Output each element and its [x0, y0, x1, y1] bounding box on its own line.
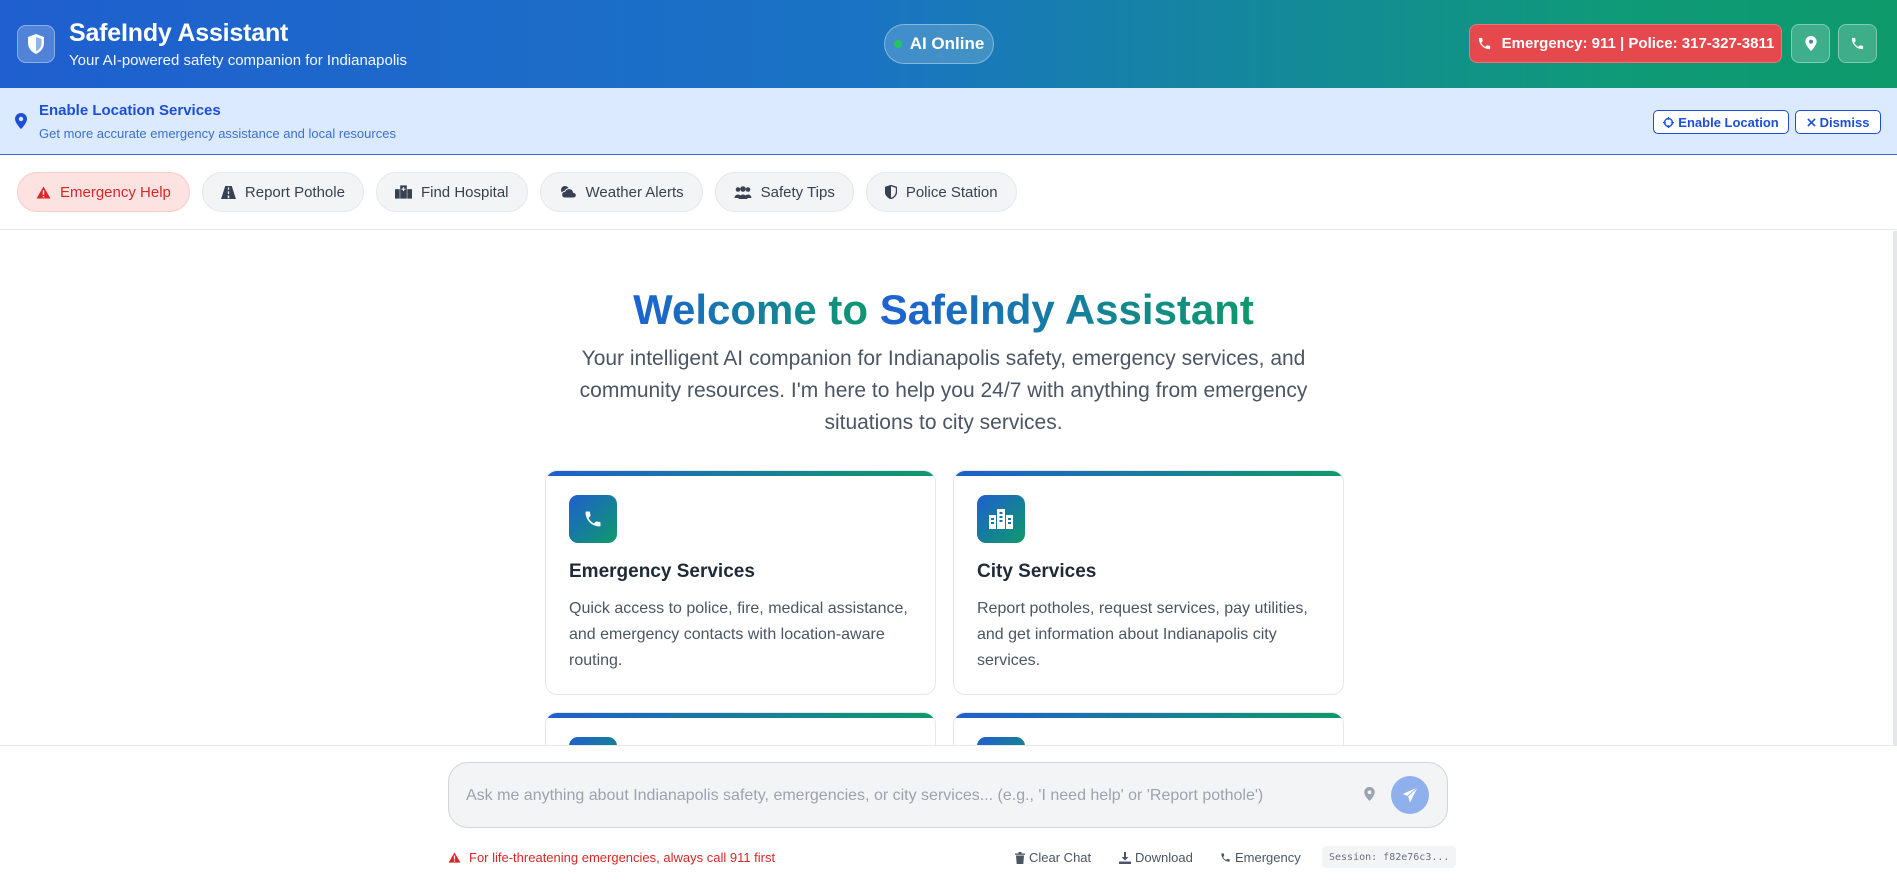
- quick-action-label: Find Hospital: [420, 183, 509, 201]
- city-icon: [989, 509, 1013, 529]
- map-pin-icon: [1364, 787, 1375, 801]
- quick-action-police-station[interactable]: Police Station: [865, 172, 1017, 212]
- warning-icon: [448, 852, 461, 863]
- road-icon: [220, 185, 236, 199]
- clear-chat-label: Clear Chat: [1029, 850, 1092, 865]
- emergency-call-label: Emergency: 911 | Police: 317-327-3811: [1501, 35, 1775, 52]
- chat-input-container: [448, 762, 1448, 828]
- crosshair-icon: [1663, 116, 1675, 128]
- ai-status-label: AI Online: [909, 34, 985, 53]
- quick-action-label: Safety Tips: [760, 183, 835, 201]
- welcome-title-prefix: Welcome to: [633, 286, 880, 333]
- emergency-call-button[interactable]: Emergency: 911 | Police: 317-327-3811: [1469, 24, 1782, 63]
- feature-card-partial[interactable]: [953, 712, 1344, 745]
- map-pin-icon: [1804, 36, 1817, 51]
- card-description: Quick access to police, fire, medical as…: [569, 600, 908, 669]
- card-accent-bar: [954, 713, 1343, 718]
- quick-action-label: Emergency Help: [60, 183, 171, 201]
- welcome-title: Welcome to SafeIndy Assistant: [0, 286, 1887, 334]
- card-title: Emergency Services: [569, 561, 755, 582]
- feature-card-city-services[interactable]: City Services Report potholes, request s…: [953, 470, 1344, 695]
- download-label: Download: [1135, 850, 1193, 865]
- location-toggle[interactable]: [1364, 787, 1375, 806]
- emergency-link-label: Emergency: [1235, 850, 1301, 865]
- scrollbar[interactable]: [1893, 231, 1897, 745]
- emergency-disclaimer-text: For life-threatening emergencies, always…: [469, 850, 776, 865]
- warning-icon: [36, 185, 51, 199]
- quick-actions-bar: Emergency Help Report Pothole Find Hospi…: [0, 155, 1897, 230]
- card-icon-box: [977, 495, 1025, 543]
- phone-icon: [1221, 853, 1230, 862]
- close-icon: [1806, 117, 1816, 127]
- location-banner-title: Enable Location Services: [39, 101, 221, 119]
- card-title: City Services: [977, 561, 1097, 582]
- session-badge: Session: f82e76c3...: [1322, 846, 1457, 868]
- feature-card-emergency-services[interactable]: Emergency Services Quick access to polic…: [545, 470, 936, 695]
- chat-input[interactable]: [466, 785, 1346, 807]
- emergency-link-button[interactable]: Emergency: [1220, 850, 1301, 865]
- location-banner: Enable Location Services Get more accura…: [0, 88, 1897, 155]
- card-accent-bar: [954, 471, 1343, 476]
- location-button[interactable]: [1791, 24, 1830, 63]
- brand: SafeIndy Assistant Your AI-powered safet…: [69, 19, 407, 69]
- card-accent-bar: [546, 471, 935, 476]
- app-title: SafeIndy Assistant: [69, 19, 289, 47]
- download-button[interactable]: Download: [1119, 850, 1193, 865]
- quick-action-weather-alerts[interactable]: Weather Alerts: [539, 172, 703, 212]
- quick-action-emergency-help[interactable]: Emergency Help: [17, 172, 190, 212]
- download-icon: [1119, 851, 1131, 864]
- location-banner-subtitle: Get more accurate emergency assistance a…: [39, 125, 396, 141]
- send-icon: [1402, 787, 1418, 803]
- ai-status-badge: AI Online: [884, 24, 994, 64]
- chat-footer: For life-threatening emergencies, always…: [0, 745, 1897, 881]
- card-icon-box: [569, 737, 617, 745]
- card-icon-box: [977, 737, 1025, 745]
- enable-location-label: Enable Location: [1678, 114, 1779, 130]
- card-accent-bar: [546, 713, 935, 718]
- trash-icon: [1015, 851, 1025, 864]
- shield-icon: [28, 34, 44, 54]
- status-dot-icon: [893, 40, 902, 48]
- enable-location-button[interactable]: Enable Location: [1653, 110, 1789, 134]
- quick-action-label: Police Station: [905, 183, 998, 201]
- card-description: Report potholes, request services, pay u…: [977, 600, 1308, 669]
- phone-icon: [585, 511, 601, 527]
- feature-card-partial[interactable]: [545, 712, 936, 745]
- cloud-sun-icon: [560, 186, 577, 199]
- clear-chat-button[interactable]: Clear Chat: [1015, 850, 1091, 865]
- quick-action-report-pothole[interactable]: Report Pothole: [201, 172, 364, 212]
- emergency-disclaimer: For life-threatening emergencies, always…: [448, 850, 775, 865]
- logo: [17, 25, 55, 63]
- phone-icon: [1478, 37, 1490, 50]
- quick-action-label: Weather Alerts: [585, 183, 684, 201]
- users-icon: [734, 185, 752, 199]
- app-subtitle: Your AI-powered safety companion for Ind…: [69, 52, 407, 69]
- welcome-description: Your intelligent AI companion for Indian…: [579, 347, 1308, 434]
- hospital-icon: [394, 185, 412, 199]
- chat-area[interactable]: Welcome to SafeIndy Assistant Your intel…: [0, 231, 1897, 745]
- quick-action-label: Report Pothole: [244, 183, 345, 201]
- shield-half-icon: [884, 185, 897, 199]
- dismiss-button[interactable]: Dismiss: [1795, 110, 1881, 134]
- call-button[interactable]: [1838, 24, 1877, 63]
- phone-icon: [1851, 37, 1864, 50]
- dismiss-label: Dismiss: [1819, 114, 1870, 130]
- quick-action-find-hospital[interactable]: Find Hospital: [375, 172, 528, 212]
- app-header: SafeIndy Assistant Your AI-powered safet…: [0, 0, 1897, 88]
- card-icon-box: [569, 495, 617, 543]
- welcome-title-brand: SafeIndy Assistant: [879, 286, 1254, 333]
- map-pin-icon: [15, 113, 27, 129]
- quick-action-safety-tips[interactable]: Safety Tips: [714, 172, 854, 212]
- send-button[interactable]: [1391, 776, 1429, 814]
